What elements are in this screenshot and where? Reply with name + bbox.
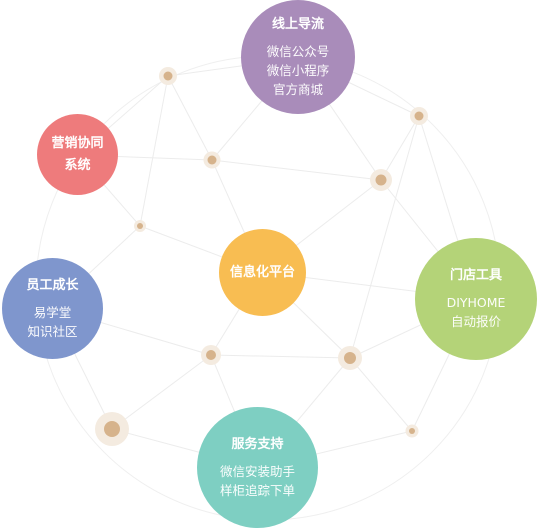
node-online-traffic: 线上导流 微信公众号 微信小程序 官方商城 [241, 0, 355, 114]
node-line: 官方商城 [272, 81, 323, 97]
dot [414, 111, 424, 121]
node-line: 微信安装助手 [219, 463, 295, 479]
node-service-support: 服务支持 微信安装助手 样柜追踪下单 [197, 407, 318, 528]
node-line: 知识社区 [27, 323, 78, 339]
node-title: 线上导流 [271, 16, 324, 32]
node-marketing-collab: 营销协同 系统 [37, 114, 118, 195]
node-title: 门店工具 [449, 268, 502, 283]
node-info-platform: 信息化平台 [219, 229, 306, 316]
node-title-line2: 系统 [64, 157, 91, 173]
dot [344, 352, 356, 364]
dot [207, 155, 217, 165]
node-title: 员工成长 [26, 277, 79, 293]
node-title: 服务支持 [231, 436, 284, 452]
dot [163, 71, 173, 81]
node-line: 微信公众号 [266, 43, 330, 59]
node-title: 营销协同 [51, 135, 104, 151]
node-line: DIYHOME [446, 295, 506, 310]
node-line: 自动报价 [450, 314, 501, 329]
dot [206, 350, 216, 360]
network-diagram: 线上导流 微信公众号 微信小程序 官方商城 营销协同 系统 信息化平台 员工成长… [0, 0, 538, 528]
dot [137, 223, 143, 229]
node-line: 易学堂 [33, 304, 72, 320]
node-staff-growth: 员工成长 易学堂 知识社区 [2, 258, 103, 359]
node-store-tools: 门店工具 DIYHOME 自动报价 [415, 238, 537, 360]
dot [375, 174, 387, 186]
dot [104, 421, 120, 437]
node-line: 微信小程序 [266, 62, 330, 78]
node-title: 信息化平台 [229, 265, 295, 280]
dot [409, 428, 415, 434]
node-line: 样柜追踪下单 [219, 482, 295, 498]
